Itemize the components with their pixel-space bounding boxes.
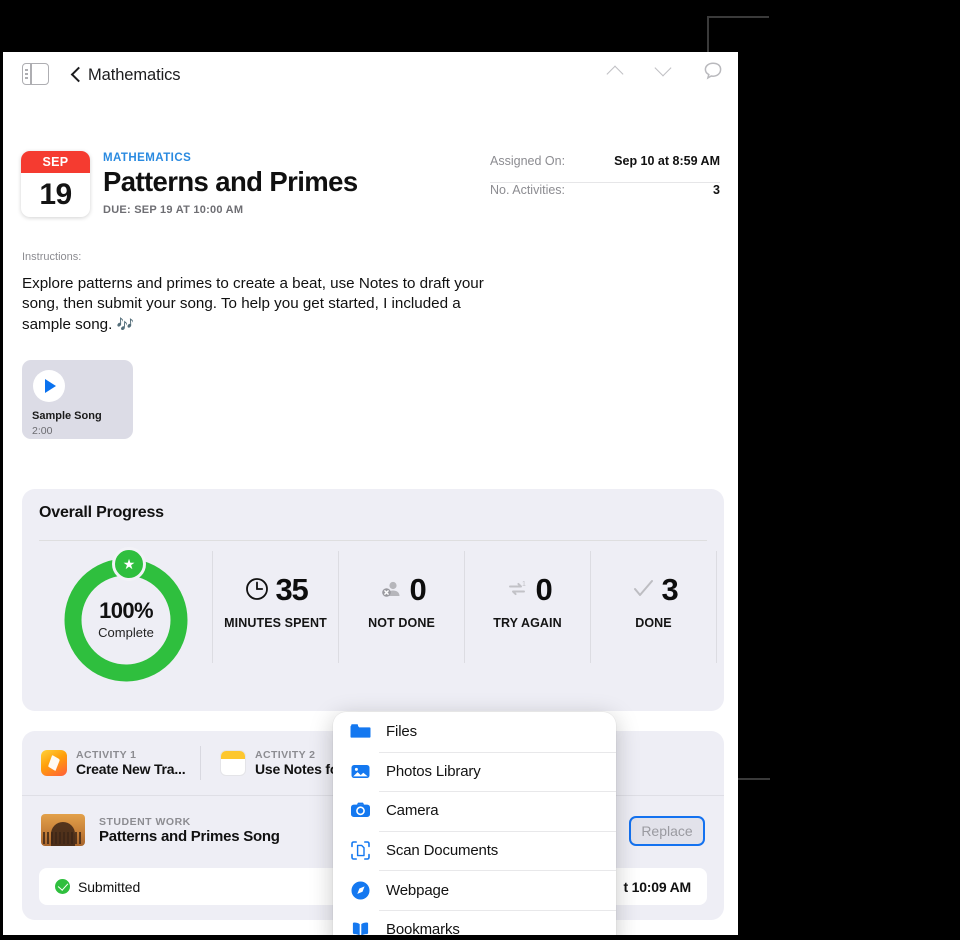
activity-item-1[interactable]: ACTIVITY 1 Create New Tra... (22, 749, 200, 777)
activity-key: ACTIVITY 2 (255, 749, 316, 761)
garageband-icon (41, 750, 67, 776)
due-label: DUE: SEP 19 AT 10:00 AM (103, 203, 244, 216)
assignment-meta: Assigned On: Sep 10 at 8:59 AM No. Activ… (490, 154, 720, 211)
activity-name: Create New Tra... (76, 761, 186, 777)
instructions-label: Instructions: (22, 251, 82, 263)
back-button[interactable]: Mathematics (71, 62, 181, 88)
instructions-text: Explore patterns and primes to create a … (22, 275, 484, 333)
due-date-month: SEP (21, 151, 90, 173)
menu-item-camera[interactable]: Camera (333, 791, 616, 831)
bookmarks-icon (349, 919, 371, 935)
submission-timestamp: t 10:09 AM (623, 878, 691, 895)
progress-subtitle: Complete (98, 625, 154, 640)
scan-documents-icon (349, 840, 371, 862)
progress-divider (39, 540, 707, 541)
safari-compass-icon (349, 879, 371, 901)
back-button-label: Mathematics (88, 65, 181, 84)
stat-label: NOT DONE (368, 616, 435, 630)
repeat-1-icon: 1 (503, 575, 531, 603)
attachment-duration: 2:00 (32, 425, 53, 437)
menu-item-label: Camera (386, 802, 439, 820)
due-date-day: 19 (39, 178, 72, 211)
svg-text:1: 1 (522, 581, 526, 588)
nav-right-actions (606, 60, 724, 82)
photos-icon (349, 760, 371, 782)
submission-status-label: Submitted (78, 878, 141, 895)
page-title: Patterns and Primes (103, 166, 358, 197)
progress-percent: 100% (99, 598, 153, 623)
callout-line-top-horizontal (707, 16, 769, 18)
person-x-icon (377, 575, 405, 603)
green-check-icon (55, 879, 70, 894)
progress-ring: 100% Complete ★ (61, 547, 191, 685)
clock-icon (243, 575, 271, 603)
stat-label: DONE (635, 616, 672, 630)
stat-try-again: 1 0 TRY AGAIN (465, 551, 590, 663)
assignment-title-block: MATHEMATICS Patterns and Primes DUE: SEP… (103, 152, 358, 216)
menu-item-label: Scan Documents (386, 842, 499, 860)
sample-song-attachment[interactable]: Sample Song 2:00 (22, 360, 133, 439)
stat-divider (716, 551, 717, 663)
meta-row: No. Activities: 3 (490, 183, 720, 211)
menu-item-webpage[interactable]: Webpage (333, 870, 616, 910)
progress-stats: 35 MINUTES SPENT 0 NOT DONE 1 0 TRY AGAI… (212, 551, 717, 663)
student-work-key: STUDENT WORK (99, 815, 191, 828)
stat-value: 3 (661, 571, 678, 607)
due-date-badge: SEP 19 (21, 151, 90, 217)
attachment-name: Sample Song (32, 410, 102, 422)
navigation-bar: Mathematics (3, 52, 738, 97)
garageband-thumbnail (41, 814, 85, 846)
camera-icon (349, 800, 371, 822)
menu-item-bookmarks[interactable]: Bookmarks (333, 909, 616, 935)
chevron-left-icon (71, 67, 81, 84)
instructions-body: Explore patterns and primes to create a … (22, 274, 492, 335)
meta-key: Assigned On: (490, 154, 566, 168)
overall-progress-title: Overall Progress (39, 504, 164, 521)
stat-done: 3 DONE (591, 551, 716, 663)
replace-button[interactable]: Replace (629, 816, 705, 846)
menu-item-photos-library[interactable]: Photos Library (333, 751, 616, 792)
stat-value: 35 (275, 571, 308, 607)
checkmark-icon (629, 575, 657, 603)
stat-not-done: 0 NOT DONE (339, 551, 464, 663)
activity-name: Use Notes fo (255, 761, 339, 777)
screenshot-stage: Mathematics SEP 19 MATHEMATICS Patterns … (0, 0, 960, 940)
menu-item-files[interactable]: Files (333, 712, 616, 752)
folder-icon (349, 721, 371, 743)
menu-item-label: Files (386, 723, 417, 741)
meta-key: No. Activities: (490, 183, 566, 197)
stat-value: 0 (535, 571, 552, 607)
music-note-emoji: 🎶 (116, 315, 134, 332)
attachment-source-menu: Files Photos Library Camera Scan Documen… (333, 712, 616, 935)
overall-progress-card: Overall Progress 100% Complete ★ 35 MINU… (22, 489, 724, 711)
stat-label: MINUTES SPENT (224, 616, 327, 630)
meta-row: Assigned On: Sep 10 at 8:59 AM (490, 154, 720, 182)
star-badge-icon: ★ (112, 547, 146, 581)
comment-bubble-icon[interactable] (702, 60, 724, 82)
assignment-detail-panel: Mathematics SEP 19 MATHEMATICS Patterns … (3, 52, 738, 935)
sidebar-toggle-icon[interactable] (22, 63, 49, 85)
play-icon[interactable] (33, 370, 65, 402)
subject-label: MATHEMATICS (103, 152, 192, 164)
menu-item-label: Photos Library (386, 762, 481, 780)
chevron-up-icon[interactable] (606, 61, 626, 81)
notes-icon (220, 750, 246, 776)
menu-item-scan-documents[interactable]: Scan Documents (333, 830, 616, 871)
activity-key: ACTIVITY 1 (76, 749, 137, 761)
stat-minutes-spent: 35 MINUTES SPENT (213, 551, 338, 663)
menu-item-label: Webpage (386, 881, 449, 899)
meta-value: Sep 10 at 8:59 AM (614, 154, 720, 168)
stat-value: 0 (409, 571, 426, 607)
menu-item-label: Bookmarks (386, 921, 460, 935)
meta-value: 3 (713, 183, 720, 197)
chevron-down-icon[interactable] (654, 61, 674, 81)
stat-label: TRY AGAIN (493, 616, 562, 630)
student-work-name: Patterns and Primes Song (99, 827, 280, 845)
